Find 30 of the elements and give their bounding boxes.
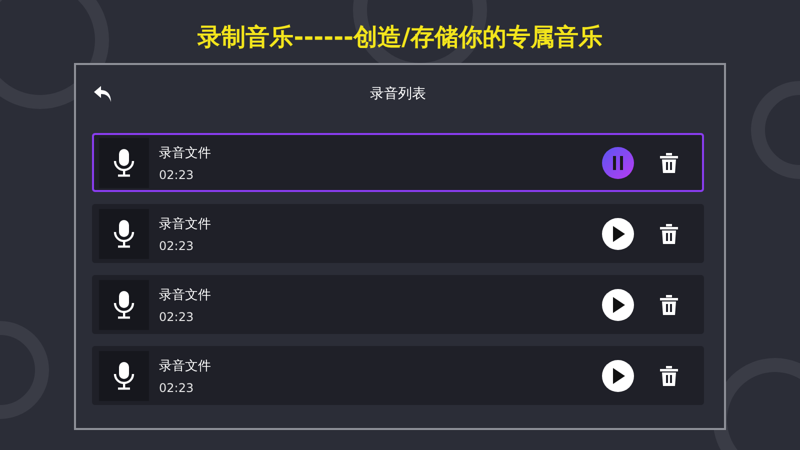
pause-button[interactable] — [602, 146, 634, 178]
delete-icon[interactable] — [660, 224, 678, 244]
delete-icon[interactable] — [660, 366, 678, 386]
microphone-icon — [99, 350, 149, 400]
recording-name: 录音文件 — [159, 286, 212, 304]
microphone-icon — [99, 138, 149, 188]
play-button[interactable] — [602, 288, 634, 320]
delete-icon[interactable] — [660, 294, 678, 314]
recording-duration: 02:23 — [159, 238, 195, 252]
play-icon — [611, 226, 625, 242]
recording-name: 录音文件 — [159, 358, 212, 374]
recording-name: 录音文件 — [159, 216, 212, 232]
recording-row[interactable]: 录音文件 02:23 — [92, 204, 704, 263]
recording-row[interactable]: 录音文件 02:23 — [92, 133, 704, 192]
recording-duration: 02:23 — [159, 168, 195, 182]
pause-icon — [612, 156, 624, 170]
recording-name: 录音文件 — [159, 144, 212, 162]
play-icon — [611, 368, 625, 384]
play-button[interactable] — [602, 218, 634, 250]
delete-icon[interactable] — [660, 152, 678, 172]
play-icon — [611, 296, 625, 312]
play-button[interactable] — [602, 360, 634, 392]
recording-duration: 02:23 — [159, 310, 195, 324]
microphone-icon — [99, 280, 149, 330]
recording-duration: 02:23 — [159, 380, 195, 394]
recording-row[interactable]: 录音文件 02:23 — [92, 346, 704, 405]
panel-title: 录音列表 — [370, 86, 426, 102]
microphone-icon — [99, 208, 149, 258]
headline: 录制音乐------创造/存储你的专属音乐 — [198, 22, 602, 53]
recording-row[interactable]: 录音文件 02:23 — [92, 275, 704, 334]
